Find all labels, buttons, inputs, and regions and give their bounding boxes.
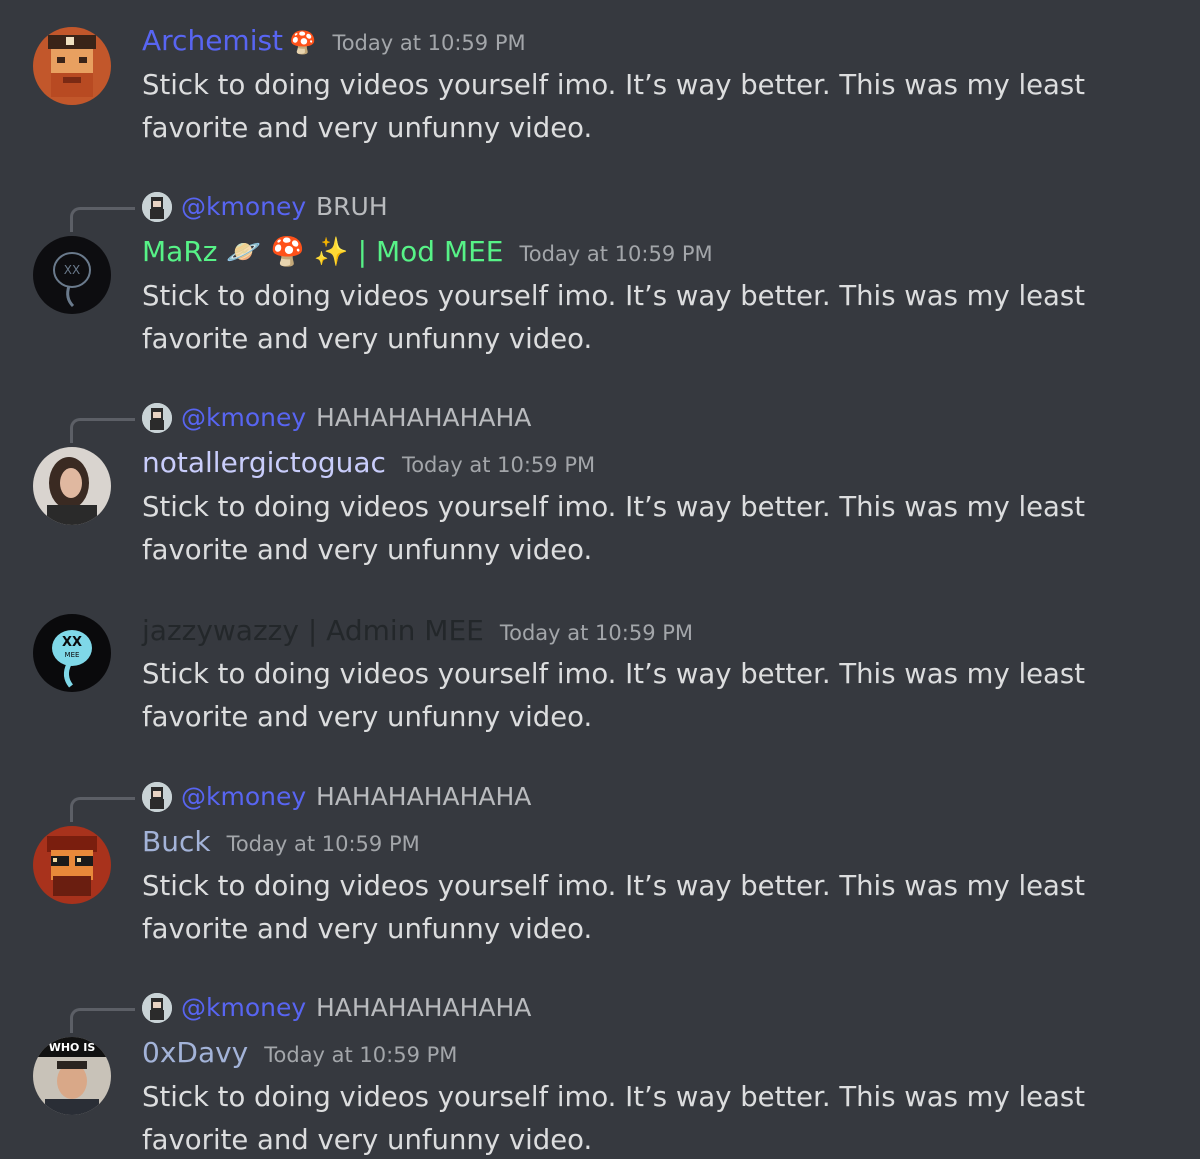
message-text: Stick to doing videos yourself imo. It’s… [142,491,1086,566]
bearded-man-icon [142,403,172,433]
pixel-pirate-avatar-icon [33,27,111,105]
message-text: Stick to doing videos yourself imo. It’s… [142,658,1086,733]
avatar[interactable]: WHO IS [33,1037,111,1115]
reply-avatar [142,403,172,433]
username[interactable]: Archemist [142,24,283,58]
username[interactable]: Buck [142,825,211,859]
reply-spine [70,1008,135,1033]
cyan-skull-avatar-icon: XX MEE [33,614,111,692]
timestamp: Today at 10:59 PM [264,1043,458,1067]
message-list: Archemist 🍄 Today at 10:59 PM Stick to d… [0,0,1200,1159]
reply-content[interactable]: HAHAHAHAHAHA [316,401,531,435]
message-text: Stick to doing videos yourself imo. It’s… [142,870,1086,945]
username[interactable]: 0xDavy [142,1036,248,1070]
reply-preview[interactable]: @kmoney BRUH [0,190,1200,232]
bearded-man-icon [142,993,172,1023]
timestamp: Today at 10:59 PM [332,31,526,55]
avatar[interactable] [33,826,111,904]
reply-content[interactable]: HAHAHAHAHAHA [316,991,531,1025]
who-is-meme-avatar-icon: WHO IS [33,1037,111,1115]
reply-avatar [142,993,172,1023]
reply-content[interactable]: BRUH [316,190,388,224]
username[interactable]: notallergictoguac [142,446,386,480]
reply-spine [70,207,135,232]
message-text: Stick to doing videos yourself imo. It’s… [142,1081,1086,1156]
svg-text:XX: XX [64,263,80,277]
reply-mention[interactable]: @kmoney [181,190,306,224]
avatar[interactable]: XX [33,236,111,314]
dark-skull-avatar-icon: XX [33,236,111,314]
pixel-sunglasses-avatar-icon [33,826,111,904]
avatar[interactable] [33,447,111,525]
bearded-man-icon [142,192,172,222]
reply-spine [70,797,135,822]
username[interactable]: jazzywazzy | Admin MEE [142,614,484,648]
timestamp: Today at 10:59 PM [519,242,713,266]
photo-portrait-avatar-icon [33,447,111,525]
timestamp: Today at 10:59 PM [499,621,694,645]
reply-content[interactable]: HAHAHAHAHAHA [316,780,531,814]
reply-spine [70,418,135,443]
reply-mention[interactable]: @kmoney [181,991,306,1025]
avatar[interactable]: XX MEE [33,614,111,692]
avatar[interactable] [33,27,111,105]
mushroom-emoji: 🍄 [289,31,317,56]
timestamp: Today at 10:59 PM [226,832,420,856]
svg-text:XX: XX [62,635,82,650]
timestamp: Today at 10:59 PM [401,453,596,477]
reply-avatar [142,782,172,812]
reply-mention[interactable]: @kmoney [181,401,306,435]
reply-preview[interactable]: @kmoney HAHAHAHAHAHA [0,991,1200,1033]
svg-text:WHO IS: WHO IS [49,1041,96,1054]
reply-preview[interactable]: @kmoney HAHAHAHAHAHA [0,401,1200,443]
bearded-man-icon [142,782,172,812]
message-text: Stick to doing videos yourself imo. It’s… [142,280,1086,355]
svg-text:MEE: MEE [65,651,80,659]
reply-mention[interactable]: @kmoney [181,780,306,814]
reply-preview[interactable]: @kmoney HAHAHAHAHAHA [0,780,1200,822]
username[interactable]: MaRz 🪐 🍄 ✨ | Mod MEE [142,235,504,269]
message-text: Stick to doing videos yourself imo. It’s… [142,69,1086,144]
reply-avatar [142,192,172,222]
